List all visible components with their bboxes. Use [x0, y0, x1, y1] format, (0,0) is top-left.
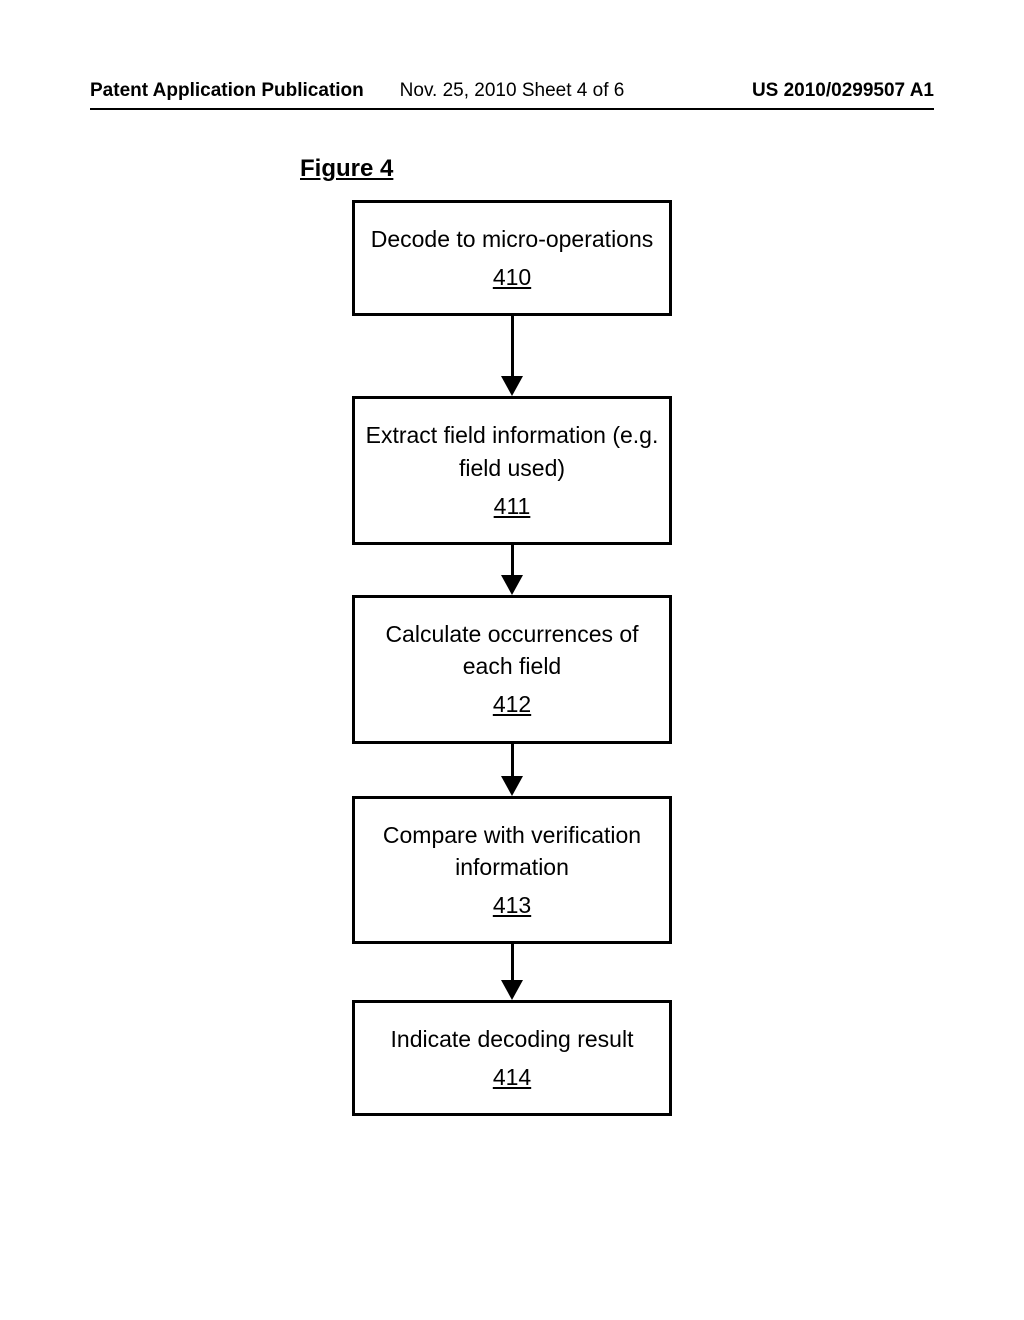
flowchart-diagram: Decode to micro-operations 410 Extract f… — [0, 200, 1024, 1116]
flowchart-box-413: Compare with verification information 41… — [352, 796, 672, 945]
box-text: Extract field information (e.g. field us… — [366, 422, 659, 480]
arrow-line — [511, 316, 514, 376]
flowchart-arrow — [501, 744, 523, 796]
box-text: Compare with verification information — [383, 822, 641, 880]
box-ref: 412 — [365, 688, 659, 720]
box-text: Decode to micro-operations — [371, 226, 654, 252]
figure-title: Figure 4 — [300, 155, 393, 183]
box-text: Calculate occurrences of each field — [385, 621, 638, 679]
page-header: Patent Application Publication Nov. 25, … — [0, 80, 1024, 102]
flowchart-box-411: Extract field information (e.g. field us… — [352, 396, 672, 545]
header-left: Patent Application Publication — [90, 80, 364, 102]
arrow-line — [511, 545, 514, 575]
flowchart-box-410: Decode to micro-operations 410 — [352, 200, 672, 316]
arrow-line — [511, 744, 514, 776]
header-right: US 2010/0299507 A1 — [752, 80, 934, 102]
flowchart-arrow — [501, 316, 523, 396]
flowchart-box-412: Calculate occurrences of each field 412 — [352, 595, 672, 744]
flowchart-box-414: Indicate decoding result 414 — [352, 1000, 672, 1116]
arrow-head-icon — [501, 376, 523, 396]
arrow-head-icon — [501, 575, 523, 595]
box-ref: 413 — [365, 889, 659, 921]
flowchart-arrow — [501, 944, 523, 1000]
header-center: Nov. 25, 2010 Sheet 4 of 6 — [400, 80, 625, 102]
flowchart-arrow — [501, 545, 523, 595]
box-text: Indicate decoding result — [391, 1026, 634, 1052]
arrow-head-icon — [501, 980, 523, 1000]
header-divider — [90, 108, 934, 110]
box-ref: 410 — [365, 261, 659, 293]
arrow-line — [511, 944, 514, 980]
box-ref: 411 — [365, 490, 659, 522]
arrow-head-icon — [501, 776, 523, 796]
box-ref: 414 — [365, 1061, 659, 1093]
